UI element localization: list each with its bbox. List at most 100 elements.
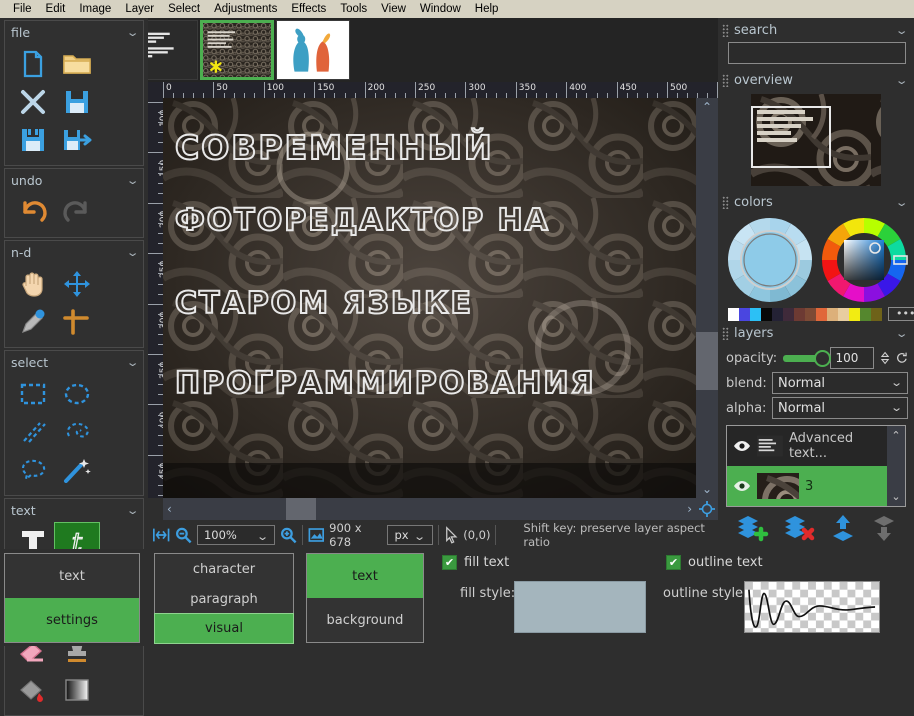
crosshair-icon[interactable]: [55, 303, 99, 341]
opacity-value-input[interactable]: [829, 347, 874, 369]
eyedropper-icon[interactable]: [11, 303, 55, 341]
outline-style-swatch[interactable]: [744, 581, 880, 633]
palette-swatch[interactable]: [827, 307, 838, 321]
document-tab-2[interactable]: [200, 20, 274, 80]
palette-swatch[interactable]: [750, 307, 761, 321]
color-shade-wheel[interactable]: [726, 216, 814, 304]
fill-style-swatch[interactable]: [514, 581, 646, 633]
panel-layers-header[interactable]: layers ⌄: [718, 321, 914, 345]
palette-swatch[interactable]: [860, 307, 871, 321]
ellipse-select-icon[interactable]: [55, 375, 99, 413]
outline-text-checkbox[interactable]: ✔: [666, 555, 681, 570]
image-canvas[interactable]: СОВРЕМЕННЫЙ ФОТОРЕДАКТОР НА СТАРОМ ЯЗЫКЕ…: [163, 98, 696, 498]
panel-colors-header[interactable]: colors ⌄: [718, 190, 914, 214]
add-layer-button[interactable]: [734, 513, 770, 543]
unit-dropdown[interactable]: px ⌄: [387, 525, 433, 545]
layer-item-advanced-text[interactable]: Advanced text...: [727, 426, 887, 466]
panel-undo-header[interactable]: undo ⌄: [5, 169, 143, 191]
panel-text-header[interactable]: text ⌄: [5, 499, 143, 521]
palette-swatch[interactable]: [849, 307, 860, 321]
chevron-down-icon[interactable]: ⌄: [125, 246, 139, 259]
panel-overview-header[interactable]: overview ⌄: [718, 68, 914, 92]
panel-nd-header[interactable]: n-d ⌄: [5, 241, 143, 263]
menu-item-image[interactable]: Image: [72, 0, 118, 18]
paint-bucket-icon[interactable]: [11, 671, 55, 709]
canvas-target-button[interactable]: [696, 498, 718, 520]
delete-layer-button[interactable]: [781, 513, 817, 543]
move-arrows-icon[interactable]: [55, 265, 99, 303]
horizontal-scroll-thumb[interactable]: [285, 498, 316, 520]
menu-item-select[interactable]: Select: [161, 0, 207, 18]
bottom-tab-background[interactable]: background: [307, 598, 423, 642]
palette-swatch[interactable]: [761, 307, 772, 321]
chevron-down-icon[interactable]: ⌄: [125, 26, 139, 39]
scroll-left-arrow-icon[interactable]: ‹: [163, 500, 176, 518]
chevron-down-icon[interactable]: ⌄: [125, 174, 139, 187]
menu-item-effects[interactable]: Effects: [284, 0, 333, 18]
vertical-scrollbar[interactable]: ⌃ ⌄: [696, 98, 718, 498]
scroll-up-arrow-icon[interactable]: ⌃: [698, 98, 716, 116]
menu-item-help[interactable]: Help: [468, 0, 506, 18]
bottom-tab-visual[interactable]: visual: [154, 613, 294, 644]
palette-swatch[interactable]: [816, 307, 827, 321]
visibility-eye-icon[interactable]: [733, 480, 751, 492]
palette-swatch[interactable]: [805, 307, 816, 321]
zoom-out-icon[interactable]: [175, 526, 192, 544]
save-icon[interactable]: [55, 83, 99, 121]
zoom-level-dropdown[interactable]: 100% ⌄: [196, 525, 276, 545]
palette-swatch[interactable]: [838, 307, 849, 321]
chevron-down-icon[interactable]: ⌄: [894, 327, 908, 340]
palette-more-button[interactable]: •••: [888, 307, 914, 321]
drag-grip-icon[interactable]: [722, 195, 729, 209]
zoom-in-icon[interactable]: [280, 526, 297, 544]
menu-item-window[interactable]: Window: [413, 0, 468, 18]
bottom-tab-paragraph[interactable]: paragraph: [155, 584, 293, 614]
open-folder-icon[interactable]: [55, 45, 99, 83]
visibility-eye-icon[interactable]: [733, 440, 751, 452]
document-tab-3[interactable]: [276, 20, 350, 80]
overview-thumbnail[interactable]: [751, 94, 881, 186]
palette-swatch[interactable]: [772, 307, 783, 321]
scroll-right-arrow-icon[interactable]: ›: [683, 500, 696, 518]
scroll-down-arrow-icon[interactable]: ⌄: [698, 480, 716, 498]
layer-item-3[interactable]: 3: [727, 466, 887, 506]
panel-select-header[interactable]: select ⌄: [5, 351, 143, 373]
opacity-slider[interactable]: [783, 349, 832, 367]
save-as-icon[interactable]: [11, 121, 55, 159]
palette-swatch[interactable]: [728, 307, 739, 321]
move-layer-up-button[interactable]: [828, 513, 858, 543]
menu-item-adjustments[interactable]: Adjustments: [207, 0, 284, 18]
redo-arrow-icon[interactable]: [55, 193, 99, 231]
blend-mode-dropdown[interactable]: Normal: [772, 372, 908, 394]
fit-to-window-icon[interactable]: [152, 526, 170, 544]
menu-item-edit[interactable]: Edit: [39, 0, 73, 18]
menu-item-view[interactable]: View: [374, 0, 413, 18]
scroll-down-arrow-icon[interactable]: ⌄: [891, 490, 900, 503]
hand-pan-icon[interactable]: [11, 265, 55, 303]
vertical-scroll-thumb[interactable]: [696, 332, 718, 390]
export-icon[interactable]: [55, 121, 99, 159]
document-tab-1[interactable]: [148, 20, 198, 80]
drag-grip-icon[interactable]: [722, 23, 729, 37]
palette-swatch[interactable]: [783, 307, 794, 321]
palette-swatch[interactable]: [739, 307, 750, 321]
drag-grip-icon[interactable]: [722, 326, 729, 340]
new-file-icon[interactable]: [11, 45, 55, 83]
line-select-icon[interactable]: [11, 413, 55, 451]
chevron-down-icon[interactable]: ⌄: [894, 196, 908, 209]
chevron-down-icon[interactable]: ⌄: [125, 504, 139, 517]
fill-text-checkbox[interactable]: ✔: [442, 555, 457, 570]
magic-wand-icon[interactable]: [55, 451, 99, 489]
bottom-tab-settings[interactable]: settings: [5, 598, 139, 642]
menu-item-tools[interactable]: Tools: [333, 0, 374, 18]
freeform-select-icon[interactable]: [11, 451, 55, 489]
move-layer-down-button[interactable]: [869, 513, 899, 543]
gradient-icon[interactable]: [55, 671, 99, 709]
opacity-stepper-icon[interactable]: [880, 349, 890, 367]
rectangle-select-icon[interactable]: [11, 375, 55, 413]
panel-search-header[interactable]: search ⌄: [718, 18, 914, 42]
close-x-icon[interactable]: [11, 83, 55, 121]
layer-list-scrollbar[interactable]: ⌃ ⌄: [887, 426, 905, 506]
undo-arrow-icon[interactable]: [11, 193, 55, 231]
chevron-down-icon[interactable]: ⌄: [125, 356, 139, 369]
